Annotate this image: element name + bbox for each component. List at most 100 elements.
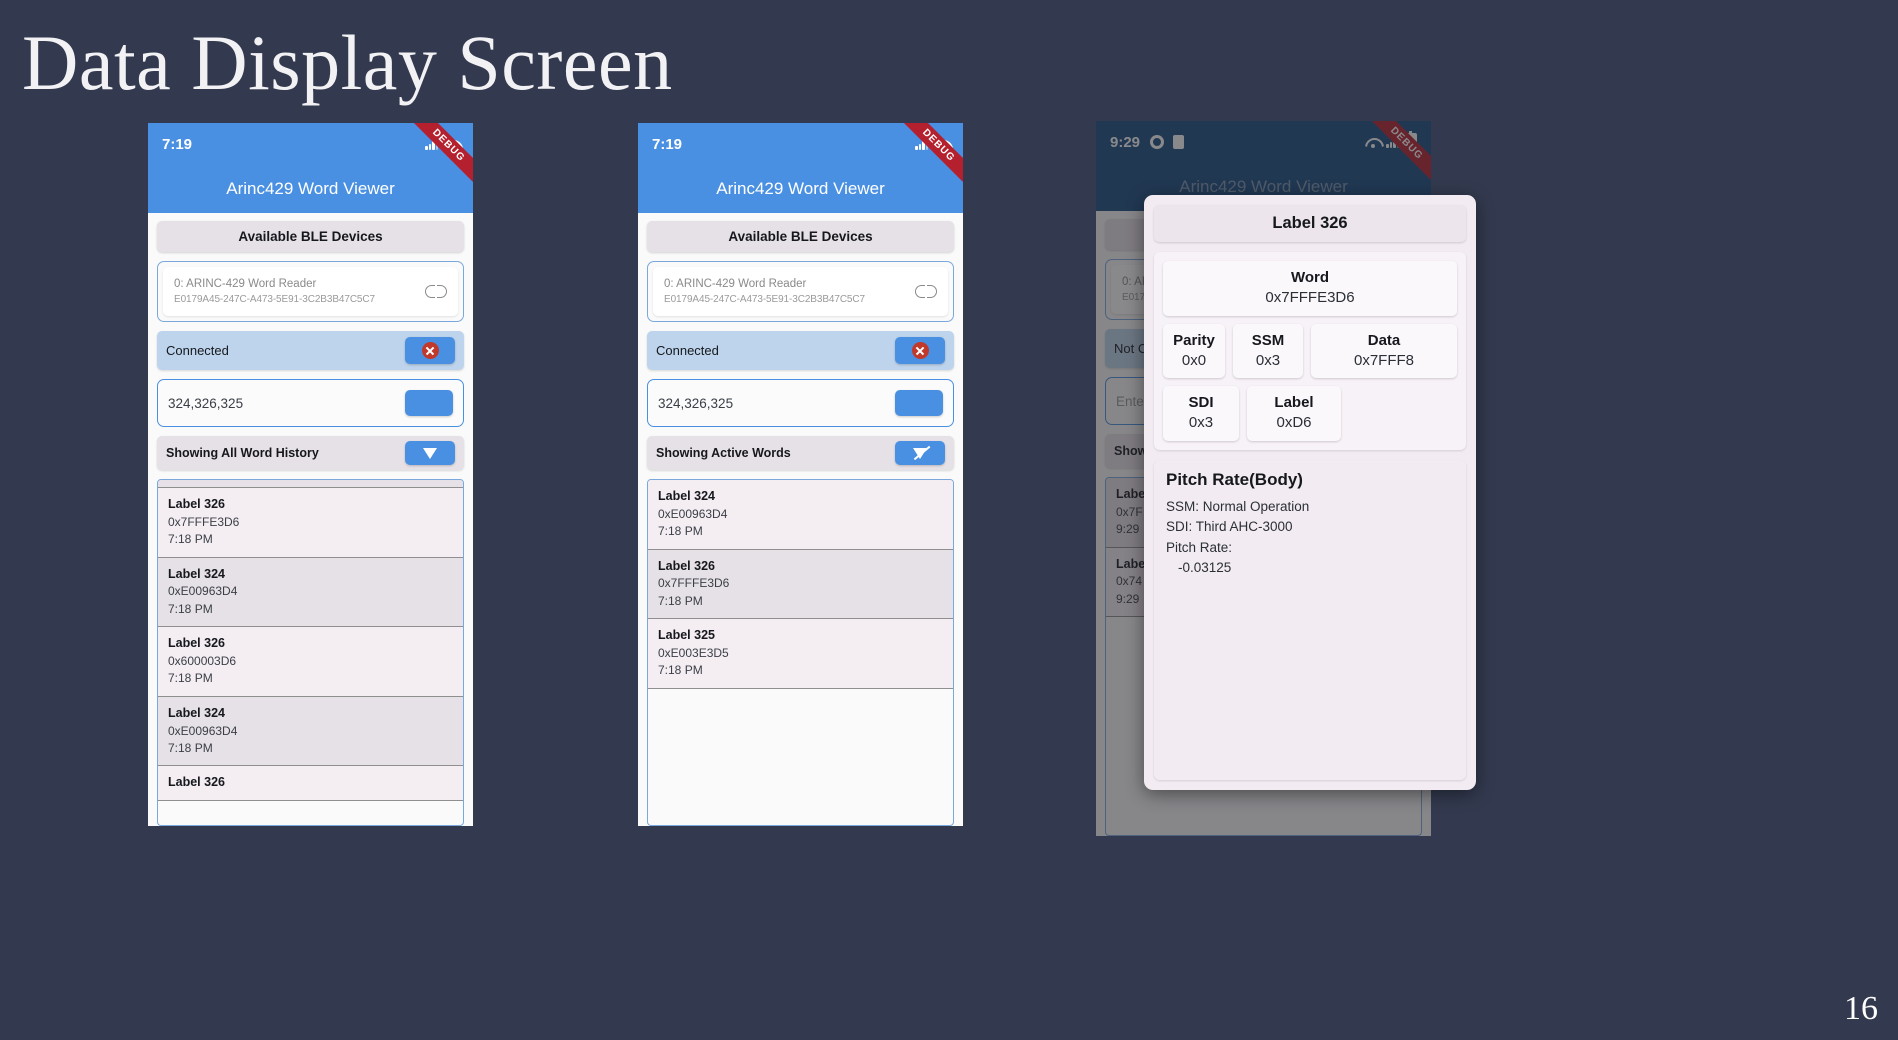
decoded-title: Pitch Rate(Body) [1166,469,1303,489]
status-icons [1365,131,1417,151]
label-filter-value: 324,326,325 [658,395,734,411]
word-fields-panel: Word 0x7FFFE3D6 Parity 0x0 SSM 0x3 Data … [1154,252,1466,450]
field-parity-value: 0x0 [1181,351,1207,369]
list-top-spacer [158,480,463,489]
word-time: 7:18 PM [168,740,213,755]
word-hex: 0xE00963D4 [168,584,238,599]
field-ssm-name: SSM [1251,331,1285,349]
word-label: Label 325 [658,628,715,643]
filter-toggle-button[interactable] [895,441,945,466]
table-row[interactable]: Label 326 [158,766,463,802]
word-label: Label 326 [168,497,225,512]
table-row[interactable]: Label 326 0x7FFFE3D6 7:18 PM [158,488,463,558]
phone-mockup-active-words: 7:19 DEBUG Arinc429 Word Viewer Availabl… [638,123,963,826]
label-filter-value: 324,326,325 [168,395,244,411]
funnel-filter-icon [423,447,437,459]
device-name: 0: ARINC-429 Word Reader [174,278,317,290]
showing-mode-text: Showing Active Words [656,446,791,461]
device-list-container: 0: ARINC-429 Word Reader E0179A45-247C-A… [647,261,954,323]
app-title: Arinc429 Word Viewer [226,179,395,198]
word-hex: 0xE00963D4 [658,506,728,521]
table-row[interactable]: Label 324 0xE00963D4 7:18 PM [158,557,463,628]
available-ble-devices-header: Available BLE Devices [157,221,464,252]
cellular-signal-icon [425,138,438,150]
field-label-name: Label [1274,394,1314,411]
connection-status-row: Connected [647,331,954,371]
disconnect-button[interactable] [405,337,455,365]
app-title: Arinc429 Word Viewer [1179,177,1348,196]
decoded-line-ssm: SSM: Normal Operation [1166,498,1310,514]
device-list-container: 0: ARINC-429 Word Reader E0179A45-247C-A… [157,261,464,323]
filter-toggle-button[interactable] [405,441,455,466]
status-icons [915,138,949,150]
battery-icon [1405,131,1417,151]
showing-mode-text: Showing All Word History [166,446,319,461]
status-time: 9:29 [1110,133,1141,151]
word-label: Label 326 [168,636,225,651]
word-hex: 0xE00963D4 [168,723,238,738]
field-ssm: SSM 0x3 [1233,323,1303,378]
field-label-value: 0xD6 [1276,414,1312,432]
field-label: Label 0xD6 [1247,386,1341,441]
cellular-signal-icon [915,138,928,150]
funnel-filter-off-icon [913,447,927,459]
word-time: 7:18 PM [658,663,703,678]
search-button[interactable] [405,390,453,417]
word-detail-dialog: Label 326 Word 0x7FFFE3D6 Parity 0x0 SSM… [1144,195,1476,790]
field-row-2: SDI 0x3 Label 0xD6 [1163,386,1457,441]
table-row[interactable]: Label 324 0xE00963D4 7:18 PM [158,696,463,767]
app-title: Arinc429 Word Viewer [716,179,885,198]
device-list-item[interactable]: 0: ARINC-429 Word Reader E0179A45-247C-A… [653,267,948,317]
disconnect-button[interactable] [895,337,945,365]
device-name: 0: ARINC-429 Word Reader [664,278,807,290]
device-info: 0: ARINC-429 Word Reader E0179A45-247C-A… [174,276,419,307]
word-label: Label 326 [658,558,715,573]
dialog-title: Label 326 [1154,205,1466,242]
word-hex: 0x7FFFE3D6 [658,576,730,591]
word-label: Label 324 [168,705,225,720]
cellular-signal-icon [1386,136,1399,148]
decoded-detail-panel: Pitch Rate(Body) SSM: Normal Operation S… [1154,459,1466,780]
page-title: Data Display Screen [22,19,673,106]
disconnect-stop-icon [911,342,929,360]
clipboard-icon [1173,135,1185,149]
field-data-name: Data [1367,331,1401,349]
available-ble-devices-header: Available BLE Devices [647,221,954,252]
field-data: Data 0x7FFF8 [1311,323,1457,378]
field-row-2-spacer [1349,386,1457,441]
word-hex: 0x600003D6 [168,653,237,668]
word-time: 7:18 PM [658,593,703,608]
phone-mockup-all-history: 7:19 DEBUG Arinc429 Word Viewer Availabl… [148,123,473,826]
field-row-1: Parity 0x0 SSM 0x3 Data 0x7FFF8 [1163,323,1457,378]
label-filter-field[interactable]: 324,326,325 [647,379,954,428]
link-icon [915,285,937,299]
wifi-icon [934,139,949,150]
word-active-list[interactable]: Label 324 0xE00963D4 7:18 PM Label 326 0… [647,479,954,826]
device-info: 0: ARINC-429 Word Reader E0179A45-247C-A… [664,276,909,307]
decoded-line-pitch: Pitch Rate: [1166,539,1233,555]
search-button[interactable] [895,390,943,417]
field-sdi: SDI 0x3 [1163,386,1239,441]
table-row[interactable]: Label 326 0x7FFFE3D6 7:18 PM [648,549,953,620]
device-list-item[interactable]: 0: ARINC-429 Word Reader E0179A45-247C-A… [163,267,458,317]
table-row[interactable]: Label 326 0x600003D6 7:18 PM [158,627,463,697]
field-ssm-value: 0x3 [1255,351,1281,369]
app-body: Available BLE Devices 0: ARINC-429 Word … [638,213,963,826]
connection-status-text: Connected [656,343,719,359]
gear-icon [1150,135,1165,149]
field-parity: Parity 0x0 [1163,323,1225,378]
field-parity-name: Parity [1173,331,1215,349]
app-bar: Arinc429 Word Viewer [148,165,473,213]
showing-mode-row: Showing All Word History [157,436,464,471]
table-row[interactable]: Label 324 0xE00963D4 7:18 PM [648,480,953,550]
word-history-list[interactable]: Label 326 0x7FFFE3D6 7:18 PM Label 324 0… [157,479,464,826]
word-time: 7:18 PM [658,524,703,539]
decoded-line-sdi: SDI: Third AHC-3000 [1166,519,1293,535]
status-left-icons [1150,135,1185,149]
showing-mode-row: Showing Active Words [647,436,954,471]
status-icons [425,138,459,150]
connection-status-row: Connected [157,331,464,371]
table-row[interactable]: Label 325 0xE003E3D5 7:18 PM [648,619,953,689]
word-label: Label 324 [658,489,715,504]
label-filter-field[interactable]: 324,326,325 [157,379,464,428]
